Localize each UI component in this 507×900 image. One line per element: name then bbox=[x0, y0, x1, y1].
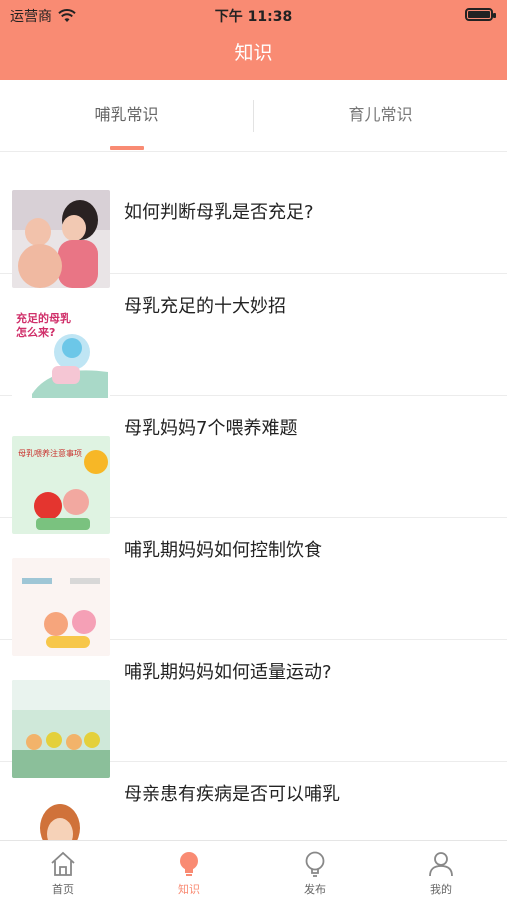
tab-label: 首页 bbox=[52, 883, 74, 896]
tab-knowledge[interactable]: 知识 bbox=[126, 841, 252, 900]
active-tab-indicator bbox=[110, 146, 144, 150]
thumbnail-caption: 母乳喂养注意事项 bbox=[18, 449, 82, 458]
battery-icon bbox=[465, 8, 496, 21]
category-tabs: 哺乳常识 育儿常识 bbox=[0, 80, 507, 152]
tab-profile[interactable]: 我的 bbox=[378, 841, 504, 900]
tab-label: 知识 bbox=[178, 883, 200, 896]
tab-parenting[interactable]: 育儿常识 bbox=[254, 80, 507, 152]
lightbulb-icon bbox=[180, 852, 198, 876]
bottom-tab-bar: 首页 知识 发布 我的 bbox=[0, 840, 507, 900]
thumbnail-caption: 充足的母乳 怎么来? bbox=[16, 312, 71, 339]
home-icon bbox=[51, 851, 75, 876]
list-item[interactable]: 充足的母乳 怎么来? 母乳充足的十大妙招 bbox=[0, 274, 507, 400]
article-title: 如何判断母乳是否充足? bbox=[124, 202, 314, 223]
list-item[interactable]: 哺乳期妈妈如何适量运动? bbox=[0, 640, 507, 778]
tab-label: 我的 bbox=[430, 883, 452, 896]
article-list[interactable]: 如何判断母乳是否充足? 充足的母乳 怎么来? 母乳充足的十大妙招 母乳喂养注意事… bbox=[0, 152, 507, 840]
article-thumbnail: 充足的母乳 怎么来? bbox=[12, 302, 110, 400]
tab-home[interactable]: 首页 bbox=[0, 841, 126, 900]
status-time: 下午 11:38 bbox=[214, 9, 293, 25]
tab-publish[interactable]: 发布 bbox=[252, 841, 378, 900]
nav-bar: 知识 bbox=[0, 30, 507, 80]
list-item[interactable]: 母乳喂养注意事项 母乳妈妈7个喂养难题 bbox=[0, 396, 507, 534]
tab-label: 发布 bbox=[304, 883, 326, 896]
user-icon bbox=[429, 852, 453, 877]
list-item[interactable]: 母亲患有疾病是否可以哺乳 bbox=[0, 762, 507, 840]
lightbulb-outline-icon bbox=[305, 851, 325, 877]
list-item[interactable]: 如何判断母乳是否充足? bbox=[0, 152, 507, 288]
tab-breastfeeding[interactable]: 哺乳常识 bbox=[0, 80, 253, 152]
article-title: 哺乳期妈妈如何控制饮食 bbox=[124, 540, 322, 561]
status-bar: 运营商 下午 11:38 bbox=[0, 0, 507, 30]
page-title: 知识 bbox=[234, 42, 273, 64]
article-title: 哺乳期妈妈如何适量运动? bbox=[124, 662, 332, 683]
article-title: 母乳妈妈7个喂养难题 bbox=[124, 418, 298, 439]
list-item[interactable]: 哺乳期妈妈如何控制饮食 bbox=[0, 518, 507, 656]
article-thumbnail bbox=[26, 800, 96, 840]
article-title: 母乳充足的十大妙招 bbox=[124, 296, 286, 317]
article-title: 母亲患有疾病是否可以哺乳 bbox=[124, 784, 340, 805]
